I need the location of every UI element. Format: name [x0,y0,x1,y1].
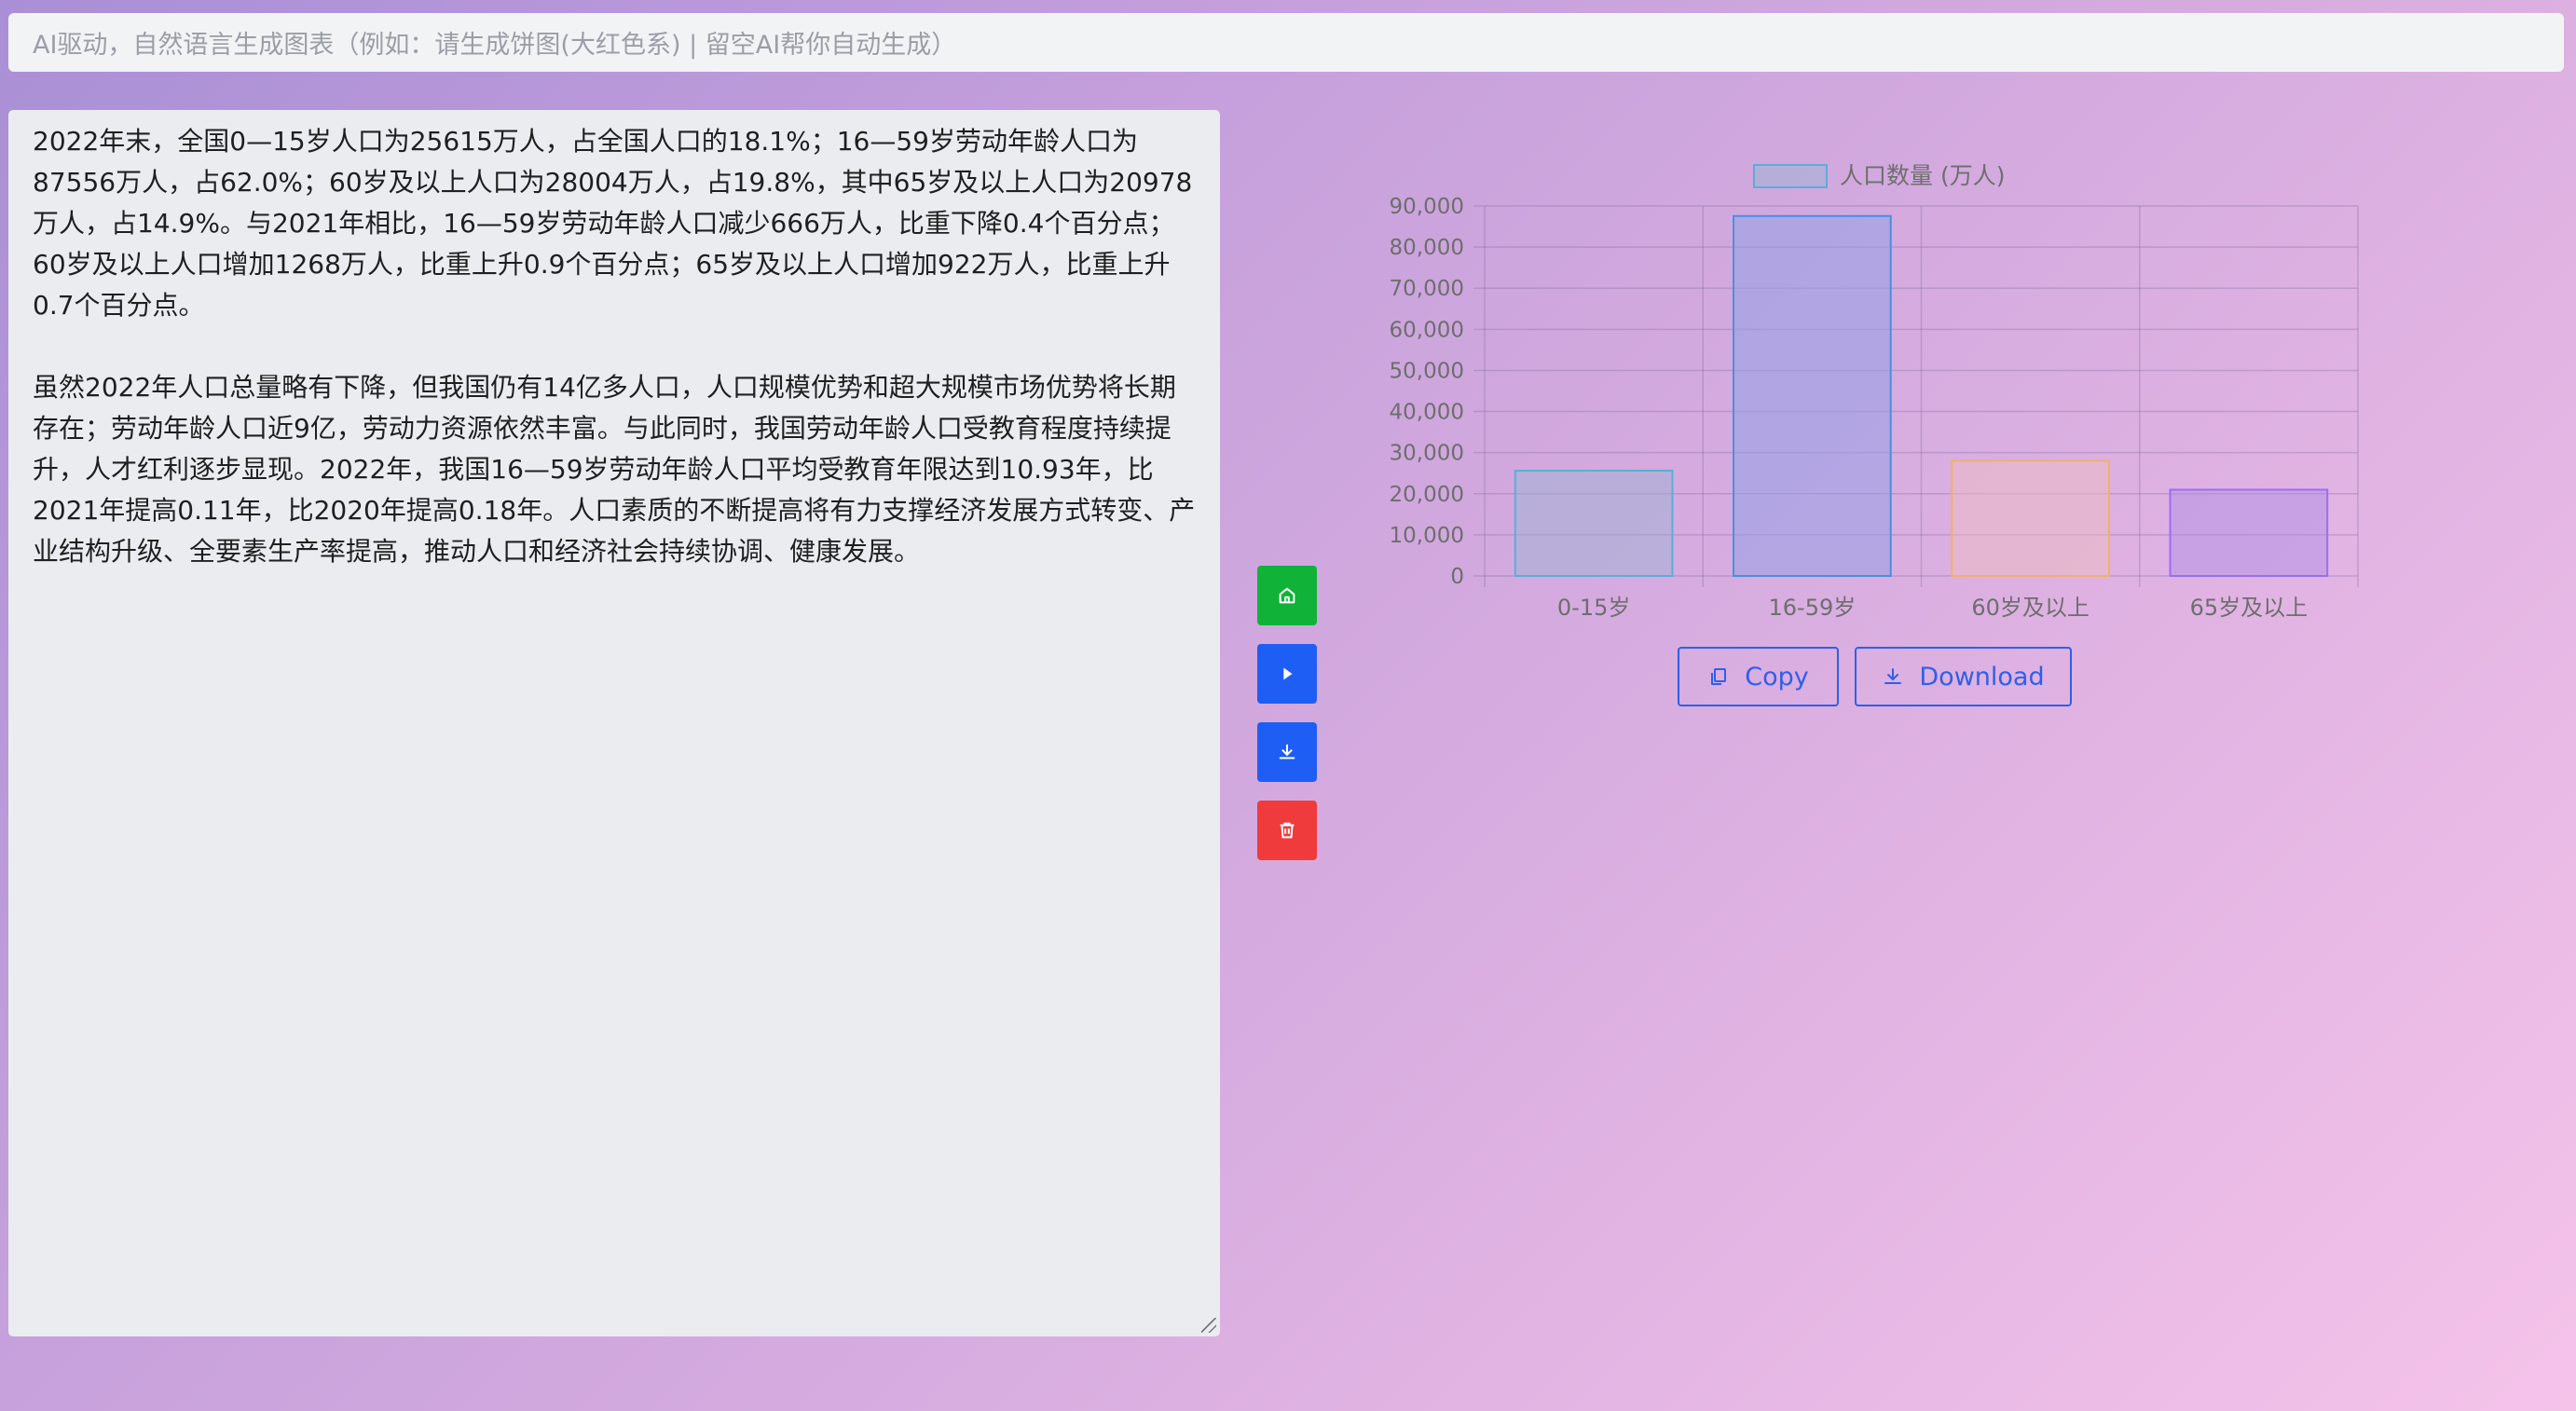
y-tick-label: 0 [1450,565,1464,589]
x-tick-label: 65岁及以上 [2190,595,2309,621]
download-icon [1279,744,1295,760]
x-tick-label: 0-15岁 [1557,595,1630,621]
editor-paragraph: 虽然2022年人口总量略有下降，但我国仍有14亿多人口，人口规模优势和超大规模市… [33,372,1196,567]
download-icon [1884,668,1902,684]
bar-chart: 0 10,000 20,000 30,000 40,000 50,000 60,000 70,… [1390,162,2359,621]
y-tick-label: 30,000 [1390,442,1464,466]
y-tick-label: 40,000 [1390,401,1464,425]
copy-label: Copy [1745,662,1809,692]
chart-area: 0 10,000 20,000 30,000 40,000 50,000 60,000 70,… [1351,149,2432,634]
x-tick-label: 60岁及以上 [1971,595,2090,621]
editor-paragraph: 2022年末，全国0—15岁人口为25615万人，占全国人口的18.1%；16—… [33,126,1193,321]
y-tick-label: 10,000 [1390,524,1464,548]
y-tick-label: 50,000 [1390,359,1464,383]
legend-label: 人口数量 (万人) [1840,162,2005,189]
text-editor[interactable]: 2022年末，全国0—15岁人口为25615万人，占全国人口的18.1%；16—… [8,110,1220,1336]
home-button[interactable] [1257,566,1317,625]
download-chart-button[interactable]: Download [1855,647,2072,706]
y-tick-label: 60,000 [1390,318,1464,342]
delete-button[interactable] [1257,801,1317,860]
download-label: Download [1919,662,2045,692]
x-tick-label: 16-59岁 [1769,595,1857,621]
y-tick-label: 80,000 [1390,236,1464,260]
y-tick-label: 20,000 [1390,483,1464,507]
y-tick-label: 90,000 [1390,195,1464,219]
chart-prompt-input[interactable]: AI驱动，自然语言生成图表（例如：请生成饼图(大红色系) | 留空AI帮你自动生… [8,13,2564,72]
prompt-placeholder: AI驱动，自然语言生成图表（例如：请生成饼图(大红色系) | 留空AI帮你自动生… [33,31,957,60]
bar[interactable] [1951,459,2110,578]
home-icon [1279,587,1295,604]
trash-icon [1280,822,1295,839]
y-tick-label: 70,000 [1390,277,1464,301]
copy-button[interactable]: Copy [1678,647,1839,706]
legend-swatch [1753,164,1828,188]
play-icon [1283,667,1293,680]
bar[interactable] [1733,214,1892,577]
bar[interactable] [2169,488,2329,577]
copy-icon [1711,668,1727,685]
generate-button[interactable] [1257,644,1317,704]
resize-handle[interactable] [1201,1318,1216,1333]
bar[interactable] [1514,470,1674,578]
download-text-button[interactable] [1257,722,1317,782]
